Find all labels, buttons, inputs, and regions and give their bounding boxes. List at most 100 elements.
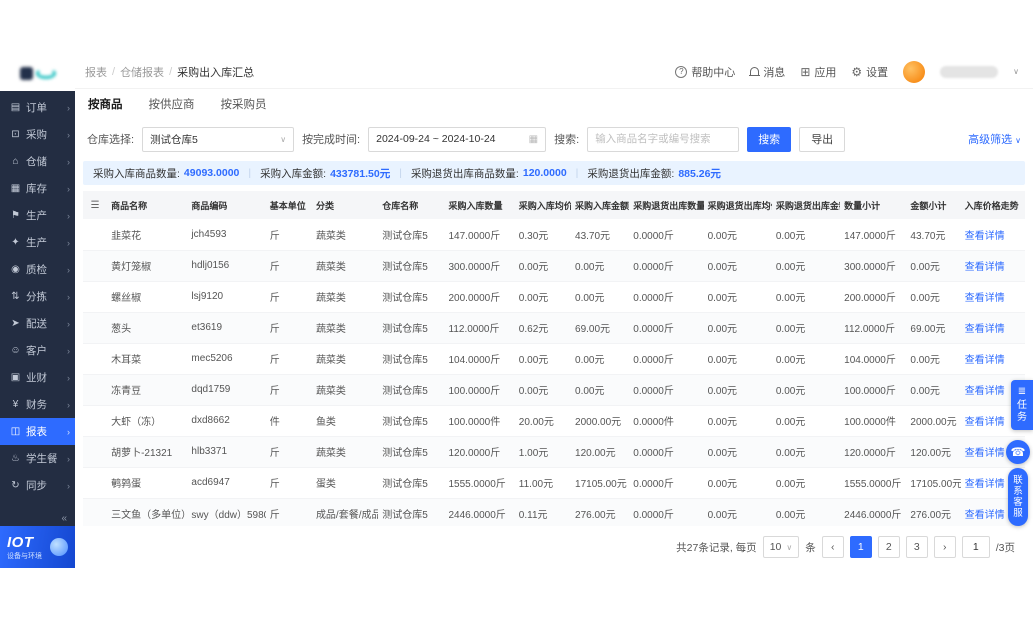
- table-cell: 1555.0000斤: [445, 467, 515, 498]
- help-center-link[interactable]: ? 帮助中心: [675, 64, 735, 80]
- page-button-2[interactable]: 2: [878, 536, 900, 558]
- view-detail-link[interactable]: 查看详情: [965, 355, 1005, 366]
- table-cell: hlb3371: [187, 436, 265, 467]
- sidebar-item-finance[interactable]: ¥财务›: [0, 391, 75, 418]
- table-cell: 0.00元: [515, 250, 571, 281]
- breadcrumb-warehouse-reports[interactable]: 仓储报表: [120, 64, 164, 80]
- sidebar-item-order[interactable]: ▤订单›: [0, 94, 75, 121]
- table-cell: 69.00元: [906, 312, 960, 343]
- table-row: 鹌鹑蛋acd6947斤蛋类测试仓库51555.0000斤11.00元17105.…: [83, 467, 1025, 498]
- settings-link[interactable]: ⚙ 设置: [851, 64, 888, 80]
- chevron-down-icon[interactable]: ∨: [1013, 67, 1019, 76]
- table-cell: hdlj0156: [187, 250, 265, 281]
- sidebar-item-sync[interactable]: ↻同步›: [0, 472, 75, 499]
- table-cell: 葱头: [107, 312, 187, 343]
- date-range-picker[interactable]: 2024-09-24 ~ 2024-10-24 ▦: [368, 127, 546, 152]
- sidebar-item-production[interactable]: ⚑生产›: [0, 202, 75, 229]
- sidebar-item-inventory[interactable]: ▦库存›: [0, 175, 75, 202]
- sidebar-item-label: 报表: [26, 424, 67, 439]
- advanced-filter-link[interactable]: 高级筛选 ∨: [968, 131, 1021, 147]
- column-header[interactable]: 数量小计: [840, 191, 906, 219]
- task-float-button[interactable]: ≣ 任务: [1011, 380, 1033, 430]
- row-spacer-cell: [83, 467, 107, 498]
- avatar[interactable]: [903, 61, 925, 83]
- table-cell: 120.00元: [571, 436, 629, 467]
- table-cell: 2446.0000斤: [445, 498, 515, 526]
- table-cell: 0.00元: [772, 374, 840, 405]
- table-cell: 鹌鹑蛋: [107, 467, 187, 498]
- column-menu-icon[interactable]: ☰: [91, 200, 100, 211]
- column-header[interactable]: 采购退货出库数量: [629, 191, 703, 219]
- column-header[interactable]: 仓库名称: [378, 191, 444, 219]
- table-row: 大虾（冻）dxd8662件鱼类测试仓库5100.0000件20.00元2000.…: [83, 405, 1025, 436]
- table-cell: 276.00元: [571, 498, 629, 526]
- storage-icon: ⌂: [9, 156, 22, 167]
- messages-link[interactable]: 消息: [750, 64, 785, 80]
- view-detail-link[interactable]: 查看详情: [965, 231, 1005, 242]
- iot-banner[interactable]: IOT 设备与环境: [0, 526, 75, 568]
- sidebar-item-delivery[interactable]: ➤配送›: [0, 310, 75, 337]
- column-header[interactable]: 分类: [312, 191, 378, 219]
- sync-icon: ↻: [9, 480, 22, 491]
- search-button[interactable]: 搜索: [747, 127, 791, 152]
- detail-cell: 查看详情: [961, 281, 1025, 312]
- sidebar-item-customer[interactable]: ☺客户›: [0, 337, 75, 364]
- sidebar-item-report[interactable]: ◫报表›: [0, 418, 75, 445]
- service-pill[interactable]: 联系客服: [1008, 468, 1028, 526]
- sidebar-item-student-meal[interactable]: ♨学生餐›: [0, 445, 75, 472]
- table-cell: 0.0000斤: [629, 343, 703, 374]
- tab-by-goods[interactable]: 按商品: [88, 96, 123, 112]
- view-detail-link[interactable]: 查看详情: [965, 293, 1005, 304]
- column-header[interactable]: 采购入库金额: [571, 191, 629, 219]
- view-detail-link[interactable]: 查看详情: [965, 386, 1005, 397]
- sidebar-item-production2[interactable]: ✦生产›: [0, 229, 75, 256]
- summary-label: 采购退货出库金额:: [587, 166, 674, 181]
- row-spacer-cell: [83, 250, 107, 281]
- page-button-3[interactable]: 3: [906, 536, 928, 558]
- column-header[interactable]: 采购入库均价: [515, 191, 571, 219]
- apps-link[interactable]: ⊞ 应用: [800, 64, 836, 80]
- column-header[interactable]: 入库价格走势: [961, 191, 1025, 219]
- table-cell: 120.0000斤: [445, 436, 515, 467]
- search-input[interactable]: [587, 127, 739, 152]
- sidebar-item-purchase[interactable]: ⊡采购›: [0, 121, 75, 148]
- warehouse-select[interactable]: 测试仓库5 ∨: [142, 127, 294, 152]
- summary-separator: |: [576, 167, 579, 179]
- collapse-sidebar-icon[interactable]: «: [0, 513, 75, 526]
- prev-page-button[interactable]: ‹: [822, 536, 844, 558]
- page-button-1[interactable]: 1: [850, 536, 872, 558]
- chevron-down-icon: ∨: [786, 543, 792, 552]
- column-header[interactable]: 采购退货出库均价: [704, 191, 772, 219]
- view-detail-link[interactable]: 查看详情: [965, 417, 1005, 428]
- table-cell: 0.0000斤: [629, 219, 703, 250]
- table-cell: 斤: [266, 281, 312, 312]
- column-header[interactable]: 商品编码: [187, 191, 265, 219]
- export-button[interactable]: 导出: [799, 127, 845, 152]
- column-header[interactable]: 金额小计: [906, 191, 960, 219]
- view-detail-link[interactable]: 查看详情: [965, 448, 1005, 459]
- customer-service-float[interactable]: ☎ 联系客服: [1006, 440, 1030, 526]
- goto-page-input[interactable]: [962, 536, 990, 558]
- breadcrumb-reports[interactable]: 报表: [85, 64, 107, 80]
- sidebar-item-sorting[interactable]: ⇅分拣›: [0, 283, 75, 310]
- column-header[interactable]: 采购入库数量: [445, 191, 515, 219]
- tab-by-supplier[interactable]: 按供应商: [149, 96, 195, 112]
- sidebar-item-business-finance[interactable]: ▣业财›: [0, 364, 75, 391]
- page-size-select[interactable]: 10 ∨: [763, 536, 800, 558]
- main-content: 报表 / 仓储报表 / 采购出入库汇总 ? 帮助中心 消息: [75, 55, 1033, 568]
- table-cell: 0.00元: [772, 467, 840, 498]
- view-detail-link[interactable]: 查看详情: [965, 479, 1005, 490]
- column-header[interactable]: 商品名称: [107, 191, 187, 219]
- sidebar-item-storage[interactable]: ⌂仓储›: [0, 148, 75, 175]
- table-cell: 胡萝卜-21321: [107, 436, 187, 467]
- column-header[interactable]: 基本单位: [266, 191, 312, 219]
- breadcrumb-current: 采购出入库汇总: [177, 64, 254, 80]
- view-detail-link[interactable]: 查看详情: [965, 262, 1005, 273]
- column-header[interactable]: 采购退货出库金额: [772, 191, 840, 219]
- view-detail-link[interactable]: 查看详情: [965, 324, 1005, 335]
- table-cell: 0.00元: [772, 405, 840, 436]
- sidebar-item-quality[interactable]: ◉质检›: [0, 256, 75, 283]
- view-detail-link[interactable]: 查看详情: [965, 510, 1005, 521]
- next-page-button[interactable]: ›: [934, 536, 956, 558]
- tab-by-purchaser[interactable]: 按采购员: [221, 96, 267, 112]
